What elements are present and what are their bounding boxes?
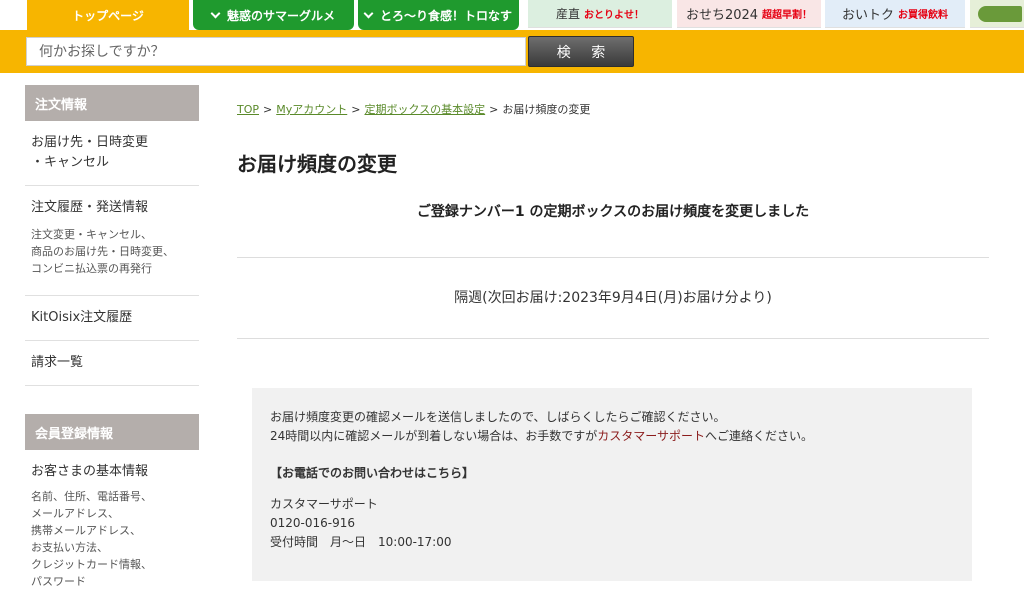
- support-name: カスタマーサポート: [270, 497, 378, 511]
- delivery-change-label-line2: ・キャンセル: [31, 155, 110, 170]
- nav-sanchoku-sub: おとりよせ！: [584, 10, 644, 21]
- support-hours: 受付時間 月〜日 10:00-17:00: [270, 535, 452, 549]
- nav-banner-thumbnail[interactable]: [970, 0, 1024, 28]
- member-info-heading: 会員登録情報: [25, 414, 199, 450]
- basic-info-desc-line1: 名前、住所、電話番号、: [31, 490, 152, 503]
- nav-summer-gourmet-label: 魅惑のサマーグルメ: [226, 8, 335, 23]
- nav-osechi[interactable]: おせち2024 超超早割！: [677, 0, 821, 28]
- nav-oitoku-sub: お買得飲料: [898, 10, 948, 21]
- breadcrumb-separator: >: [489, 103, 499, 116]
- delivery-frequency-text: 隔週(次回お届け:2023年9月4日(月)お届け分より): [454, 290, 772, 306]
- breadcrumb-separator: >: [351, 103, 361, 116]
- breadcrumb-top-link[interactable]: TOP: [237, 103, 259, 116]
- sidebar-item-billing[interactable]: 請求一覧: [25, 353, 199, 373]
- delivery-change-label-line1: お届け先・日時変更: [31, 135, 149, 150]
- nav-toro-nasu[interactable]: とろ〜り食感！トロなす: [358, 0, 519, 30]
- basic-info-desc-line4: お支払い方法、: [31, 541, 108, 554]
- basic-info-desc-line6: パスワード: [31, 575, 86, 588]
- search-button[interactable]: 検 索: [528, 36, 634, 67]
- nav-oitoku[interactable]: おいトク お買得飲料: [825, 0, 965, 28]
- account-sidebar: 注文情報 お届け先・日時変更 ・キャンセル 注文履歴・発送情報 注文変更・キャン…: [25, 85, 199, 590]
- order-history-desc-line3: コンビニ払込票の再発行: [31, 262, 152, 275]
- confirmation-info-box: お届け頻度変更の確認メールを送信しましたので、しばらくしたらご確認ください。 2…: [252, 388, 972, 581]
- basic-info-desc-line2: メールアドレス、: [31, 507, 119, 520]
- info-line-2-prefix: 24時間以内に確認メールが到着しない場合は、お手数ですが: [270, 429, 598, 443]
- breadcrumb-current: お届け頻度の変更: [502, 103, 591, 116]
- nav-osechi-label: おせち2024: [685, 8, 759, 23]
- support-phone-number: 0120-016-916: [270, 516, 356, 530]
- sidebar-item-kitoisix-history[interactable]: KitOisix注文履歴: [25, 308, 199, 328]
- search-input[interactable]: [26, 37, 526, 66]
- search-bar: 検 索: [0, 30, 1024, 73]
- breadcrumb-separator: >: [263, 103, 273, 116]
- basic-info-desc-line3: 携帯メールアドレス、: [31, 524, 141, 537]
- completion-message: ご登録ナンバー1 の定期ボックスのお届け頻度を変更しました: [416, 204, 810, 220]
- contact-details: カスタマーサポート 0120-016-916 受付時間 月〜日 10:00-17…: [270, 495, 954, 552]
- chevron-down-icon: [210, 8, 221, 18]
- main-content: TOP > Myアカウント > 定期ボックスの基本設定 > お届け頻度の変更 お届け頻度の変…: [237, 85, 989, 339]
- basic-info-description: 名前、住所、電話番号、 メールアドレス、 携帯メールアドレス、 お支払い方法、 …: [25, 488, 199, 590]
- sidebar-item-delivery-change[interactable]: お届け先・日時変更 ・キャンセル: [25, 133, 199, 173]
- page-title: お届け頻度の変更: [237, 152, 397, 176]
- divider: [237, 338, 989, 339]
- nav-osechi-sub: 超超早割！: [762, 10, 813, 21]
- chevron-down-icon: [363, 8, 374, 18]
- order-info-heading: 注文情報: [25, 85, 199, 121]
- order-history-description: 注文変更・キャンセル、 商品のお届け先・日時変更、 コンビニ払込票の再発行: [25, 226, 199, 277]
- basic-info-desc-line5: クレジットカード情報、: [31, 558, 152, 571]
- nav-oitoku-label: おいトク: [841, 8, 894, 23]
- info-line-2-suffix: へご連絡ください。: [705, 429, 814, 443]
- vegetable-thumbnail-image: [978, 5, 1022, 22]
- nav-top-page[interactable]: トップページ: [27, 0, 189, 30]
- nav-toro-nasu-label: とろ〜り食感！トロなす: [379, 8, 512, 23]
- nav-sanchoku[interactable]: 産直 おとりよせ！: [528, 0, 672, 28]
- order-history-desc-line1: 注文変更・キャンセル、: [31, 228, 152, 241]
- info-line-1: お届け頻度変更の確認メールを送信しましたので、しばらくしたらご確認ください。: [270, 410, 726, 424]
- phone-contact-heading: 【お電話でのお問い合わせはこちら】: [270, 466, 475, 480]
- order-history-desc-line2: 商品のお届け先・日時変更、: [31, 245, 174, 258]
- customer-support-link[interactable]: カスタマーサポート: [597, 429, 705, 443]
- breadcrumb: TOP > Myアカウント > 定期ボックスの基本設定 > お届け頻度の変更: [237, 101, 989, 117]
- nav-sanchoku-label: 産直: [555, 7, 580, 21]
- breadcrumb-box-settings-link[interactable]: 定期ボックスの基本設定: [364, 103, 485, 116]
- breadcrumb-account-link[interactable]: Myアカウント: [276, 103, 347, 116]
- sidebar-item-order-history[interactable]: 注文履歴・発送情報: [25, 198, 199, 218]
- top-navigation: トップページ 魅惑のサマーグルメ とろ〜り食感！トロなす 産直 おとりよせ！ お…: [0, 0, 1024, 30]
- sidebar-item-basic-info[interactable]: お客さまの基本情報: [25, 462, 199, 482]
- nav-summer-gourmet[interactable]: 魅惑のサマーグルメ: [193, 0, 354, 30]
- info-line-2: 24時間以内に確認メールが到着しない場合は、お手数ですがカスタマーサポートへご連…: [270, 427, 954, 446]
